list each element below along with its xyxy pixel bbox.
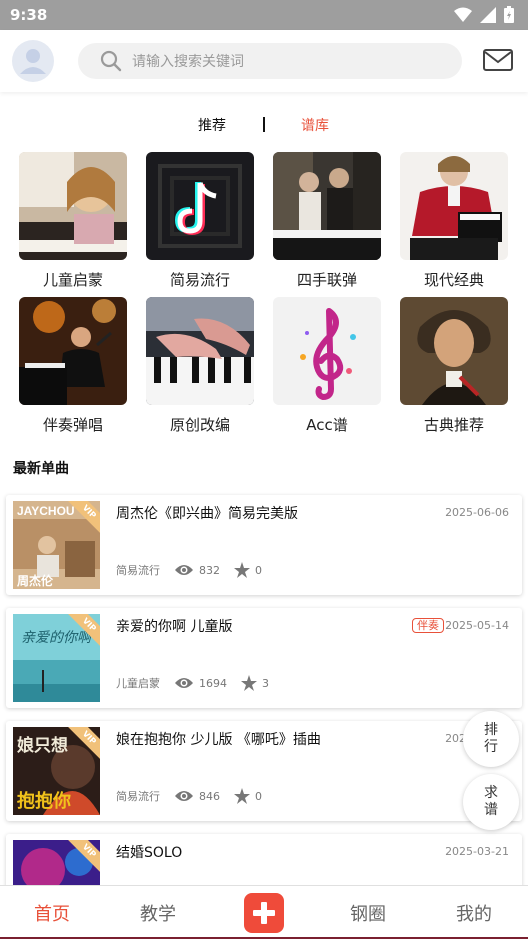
cover-artist: 抱抱你 xyxy=(17,790,71,812)
tab-library[interactable]: 谱库 xyxy=(301,115,329,135)
section-title: 最新单曲 xyxy=(13,461,69,477)
eye-icon xyxy=(175,791,193,801)
song-cover: 娘只想 抱抱你 VIP xyxy=(13,727,100,815)
category-duet[interactable]: 四手联弹 xyxy=(273,152,381,289)
battery-icon xyxy=(504,6,514,23)
user-icon xyxy=(20,49,46,74)
beethoven-photo xyxy=(400,297,508,405)
cover-title: JAYCHOU xyxy=(17,504,75,518)
status-time: 9:38 xyxy=(10,6,48,24)
category-label: 古典推荐 xyxy=(423,416,484,434)
song-category: 简易流行 xyxy=(116,790,160,803)
tiktok-photo xyxy=(146,152,254,260)
song-title: 娘在抱抱你 少儿版 《哪吒》插曲 xyxy=(116,732,321,748)
mail-icon[interactable] xyxy=(482,46,514,74)
song-cover: 亲爱的你啊 VIP xyxy=(13,614,100,702)
category-label: 四手联弹 xyxy=(296,271,357,289)
category-label: 现代经典 xyxy=(423,271,484,289)
song-card[interactable]: 亲爱的你啊 VIP 亲爱的你啊 儿童版 伴奏 2025-05-14 儿童启蒙 1… xyxy=(6,608,522,708)
add-button[interactable] xyxy=(244,893,284,933)
request-label: 求谱 xyxy=(484,785,498,818)
status-bar: 9:38 xyxy=(0,0,528,30)
signal-icon xyxy=(480,6,496,23)
nav-teach[interactable]: 教学 xyxy=(140,900,176,926)
bottom-nav: 首页 教学 钢圈 我的 xyxy=(0,885,528,939)
song-title: 周杰伦《即兴曲》简易完美版 xyxy=(116,506,298,522)
cover-title: 娘只想 xyxy=(17,735,68,756)
song-meta: 简易流行 846 0 xyxy=(116,788,276,804)
search-icon xyxy=(100,50,122,72)
song-views: 832 xyxy=(199,563,220,577)
search-input[interactable]: 请输入搜索关键词 xyxy=(132,51,244,71)
wifi-icon xyxy=(454,7,472,22)
nav-circle[interactable]: 钢圈 xyxy=(350,900,386,926)
song-views: 846 xyxy=(199,789,220,803)
category-modern[interactable]: 现代经典 xyxy=(400,152,508,289)
song-meta: 儿童启蒙 1694 3 xyxy=(116,675,283,691)
star-icon xyxy=(234,788,250,804)
plus-icon xyxy=(253,902,275,924)
category-original[interactable]: 原创改编 xyxy=(146,297,254,434)
eye-icon xyxy=(175,565,193,575)
category-label: 原创改编 xyxy=(169,416,230,434)
category-acc[interactable]: Acc谱 xyxy=(273,297,381,434)
star-icon xyxy=(234,562,250,578)
song-date: 2025-06-06 xyxy=(445,506,509,519)
star-icon xyxy=(241,675,257,691)
avatar[interactable] xyxy=(12,40,54,82)
song-cover: JAYCHOU 周杰伦 VIP xyxy=(13,501,100,589)
child-piano-photo xyxy=(19,152,127,260)
accompaniment-tag: 伴奏 xyxy=(412,618,444,633)
category-label: 简易流行 xyxy=(169,271,230,289)
treble-clef-icon xyxy=(273,297,381,405)
category-classical[interactable]: 古典推荐 xyxy=(400,297,508,434)
request-score-button[interactable]: 求谱 xyxy=(463,774,519,830)
search-bar[interactable]: 请输入搜索关键词 xyxy=(78,43,462,79)
category-label: 儿童启蒙 xyxy=(42,271,103,289)
category-pop[interactable]: 简易流行 xyxy=(146,152,254,289)
rank-label: 排行 xyxy=(484,722,498,755)
song-card[interactable]: JAYCHOU 周杰伦 VIP 周杰伦《即兴曲》简易完美版 2025-06-06… xyxy=(6,495,522,595)
tab-divider xyxy=(263,117,265,132)
category-children[interactable]: 儿童启蒙 xyxy=(19,152,127,289)
song-date: 2025-05-14 xyxy=(445,619,509,632)
top-header: 请输入搜索关键词 xyxy=(0,30,528,92)
category-accompany[interactable]: 伴奏弹唱 xyxy=(19,297,127,434)
song-views: 1694 xyxy=(199,676,227,690)
rank-button[interactable]: 排行 xyxy=(463,711,519,767)
duet-photo xyxy=(273,152,381,260)
pianist-photo xyxy=(400,152,508,260)
song-stars: 0 xyxy=(255,789,262,803)
song-category: 简易流行 xyxy=(116,564,160,577)
library-tabs: 推荐 谱库 xyxy=(0,110,528,140)
category-label: 伴奏弹唱 xyxy=(42,416,103,434)
nav-home[interactable]: 首页 xyxy=(34,900,70,926)
song-stars: 0 xyxy=(255,563,262,577)
eye-icon xyxy=(175,678,193,688)
hands-on-keys-photo xyxy=(146,297,254,405)
song-stars: 3 xyxy=(262,676,269,690)
song-meta: 简易流行 832 0 xyxy=(116,562,276,578)
song-title: 亲爱的你啊 儿童版 xyxy=(116,619,233,635)
category-label: Acc谱 xyxy=(306,416,348,434)
cover-artist: 周杰伦 xyxy=(17,573,54,588)
status-icons xyxy=(454,6,514,23)
song-card[interactable]: 娘只想 抱抱你 VIP 娘在抱抱你 少儿版 《哪吒》插曲 2025-05-16 … xyxy=(6,721,522,821)
tab-recommend[interactable]: 推荐 xyxy=(198,115,226,135)
song-category: 儿童启蒙 xyxy=(116,677,160,690)
singer-piano-photo xyxy=(19,297,127,405)
song-date: 2025-03-21 xyxy=(445,845,509,858)
cover-title: 亲爱的你啊 xyxy=(21,630,94,646)
nav-mine[interactable]: 我的 xyxy=(456,900,492,926)
song-title: 结婚SOLO xyxy=(116,845,183,861)
